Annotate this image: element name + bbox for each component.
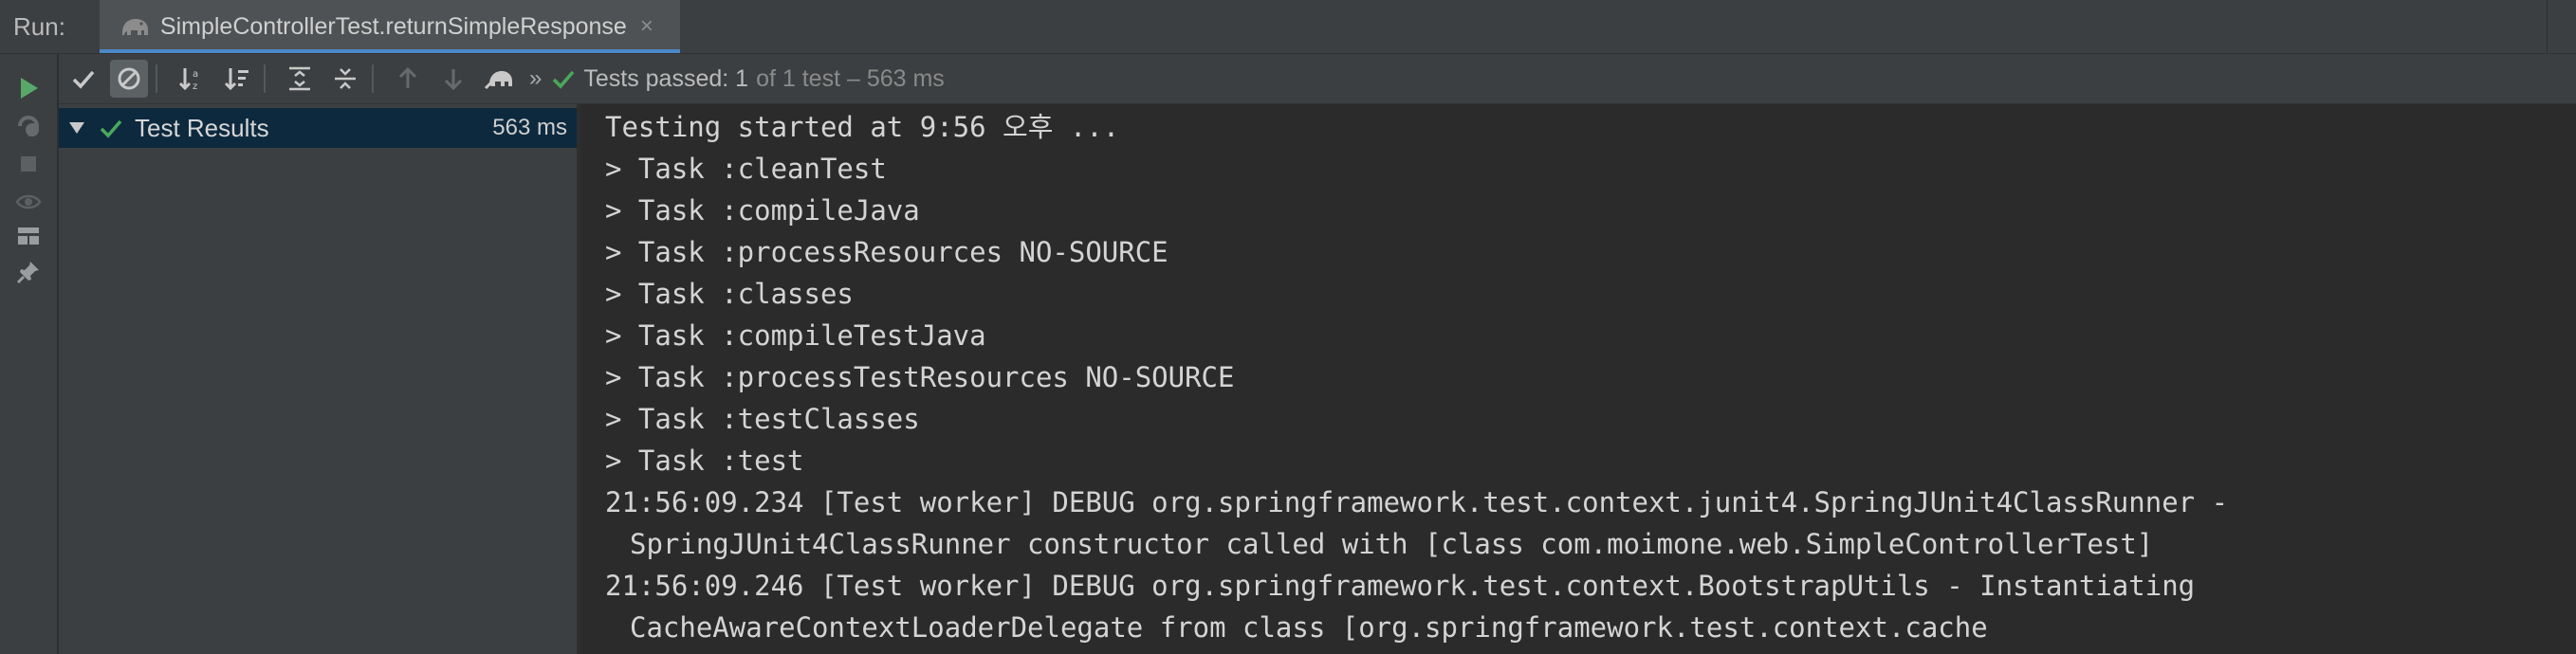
play-icon <box>21 78 38 99</box>
test-runner-toolbar: a z » Tests passed: 1 of 1 test – 563 ms <box>59 54 2576 104</box>
run-tab-title: SimpleControllerTest.returnSimpleRespons… <box>159 12 627 40</box>
check-icon <box>72 70 95 89</box>
console-line: > Task :testClasses <box>605 403 920 435</box>
ignored-icon <box>118 67 140 90</box>
toolbar-separator <box>372 64 374 93</box>
console-line: 21:56:09.246 [Test worker] DEBUG org.spr… <box>605 570 2196 602</box>
previous-failed-test-button[interactable] <box>389 60 427 98</box>
tree-node-test-results[interactable]: Test Results 563 ms <box>59 108 577 148</box>
svg-text:z: z <box>193 82 197 92</box>
tabbar-spacer <box>2547 0 2576 53</box>
expand-arrow-icon[interactable] <box>68 121 85 135</box>
console-line: > Task :test <box>605 445 804 477</box>
run-label: Run: <box>13 11 65 41</box>
pin-icon <box>16 262 39 284</box>
tests-passed-status: Tests passed: 1 <box>583 64 749 92</box>
sort-alphabetically-button[interactable]: a z <box>173 60 211 98</box>
expand-all-button[interactable] <box>281 60 319 98</box>
test-results-tree: Test Results 563 ms <box>59 104 580 654</box>
show-ignored-button[interactable] <box>110 60 148 98</box>
arrow-up-icon <box>398 66 417 88</box>
rerun-button[interactable] <box>13 73 44 103</box>
eye-icon <box>15 194 42 209</box>
console-line: > Task :classes <box>605 278 854 310</box>
console-line: 21:56:09.234 [Test worker] DEBUG org.spr… <box>605 486 2229 518</box>
console-line: CacheAwareContextLoaderDelegate from cla… <box>630 611 1988 644</box>
toolbar-separator <box>156 64 157 93</box>
stop-button[interactable] <box>13 149 44 179</box>
console-line: > Task :processTestResources NO-SOURCE <box>605 361 1235 393</box>
layout-icon <box>18 227 39 245</box>
tests-passed-check-icon <box>553 70 575 89</box>
tree-node-duration: 563 ms <box>492 115 567 140</box>
rerun-failed-icon <box>18 116 39 136</box>
import-tests-button[interactable] <box>480 60 518 98</box>
console-line: > Task :processResources NO-SOURCE <box>605 236 1168 268</box>
gradle-elephant-icon <box>121 19 148 35</box>
rerun-failed-button[interactable] <box>13 111 44 141</box>
console-line: > Task :compileTestJava <box>605 319 986 352</box>
arrow-down-icon <box>444 69 463 91</box>
svg-text:a: a <box>193 69 198 80</box>
sort-alphabetically-icon: a z <box>178 68 198 92</box>
close-tab-icon[interactable]: × <box>640 13 653 40</box>
stop-icon <box>21 156 36 172</box>
run-tool-window-header: Run: SimpleControllerTest.returnSimpleRe… <box>0 0 2576 54</box>
collapse-all-icon <box>335 68 356 89</box>
tree-node-label: Test Results <box>135 113 269 142</box>
console-line: > Task :compileJava <box>605 194 920 227</box>
run-side-toolbar <box>0 54 59 654</box>
sort-by-duration-button[interactable] <box>218 60 256 98</box>
console-line: > Task :cleanTest <box>605 153 887 185</box>
pin-tab-button[interactable] <box>13 257 44 287</box>
next-failed-test-button[interactable] <box>434 60 472 98</box>
layout-button[interactable] <box>13 221 44 251</box>
expand-all-icon <box>289 66 310 91</box>
toolbar-separator <box>264 64 266 93</box>
passed-check-icon <box>100 119 122 138</box>
tests-count-duration: of 1 test – 563 ms <box>756 64 945 92</box>
run-configuration-tab[interactable]: SimpleControllerTest.returnSimpleRespons… <box>99 0 680 53</box>
toolbar-overflow-button[interactable]: » <box>529 65 542 92</box>
view-options-button[interactable] <box>13 187 44 217</box>
console-output[interactable]: Testing started at 9:56 오후 ... > Task :c… <box>580 104 2576 654</box>
console-line: SpringJUnit4ClassRunner constructor call… <box>630 528 2154 560</box>
sort-duration-icon <box>224 68 248 91</box>
import-tests-icon <box>484 71 512 90</box>
collapse-all-button[interactable] <box>326 60 364 98</box>
show-passed-button[interactable] <box>64 60 102 98</box>
console-line: Testing started at 9:56 오후 ... <box>605 111 1120 143</box>
